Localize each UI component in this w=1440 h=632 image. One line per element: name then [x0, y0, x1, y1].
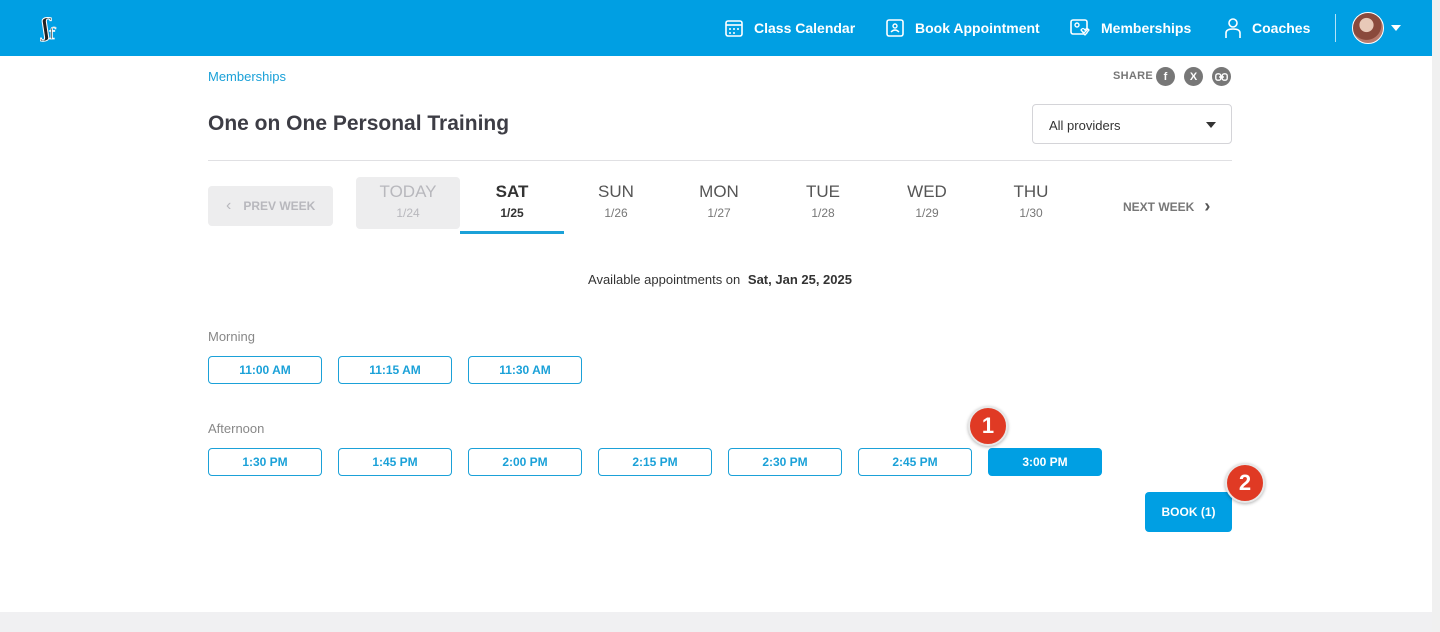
day-tab-sat[interactable]: SAT 1/25 — [460, 177, 564, 229]
share-label: SHARE — [1113, 70, 1154, 82]
chevron-right-icon: › — [1204, 196, 1211, 216]
divider — [208, 160, 1232, 161]
prev-week-label: PREV WEEK — [243, 199, 316, 213]
day-date: 1/24 — [396, 206, 420, 220]
day-name: THU — [1013, 182, 1049, 201]
day-name: WED — [907, 182, 947, 201]
caret-down-icon — [1206, 122, 1216, 128]
time-slot[interactable]: 11:00 AM — [208, 356, 322, 384]
step-marker-1: 1 — [968, 406, 1008, 446]
nav-coaches[interactable]: Coaches — [1224, 0, 1310, 56]
day-name: TODAY — [379, 182, 437, 201]
nav-memberships[interactable]: Memberships — [1069, 0, 1191, 56]
page-footer-strip — [0, 612, 1432, 632]
membership-icon — [1070, 19, 1090, 37]
nav-label: Book Appointment — [915, 20, 1040, 36]
chevron-down-icon[interactable] — [1391, 25, 1401, 31]
time-slot-selected[interactable]: 3:00 PM — [988, 448, 1102, 476]
time-slot[interactable]: 1:45 PM — [338, 448, 452, 476]
day-name: SAT — [495, 182, 529, 201]
avatar[interactable] — [1352, 12, 1384, 44]
page-title: One on One Personal Training — [208, 112, 510, 135]
next-week-label: NEXT WEEK — [1123, 199, 1195, 214]
selected-day-indicator — [460, 231, 564, 234]
time-slot[interactable]: 11:15 AM — [338, 356, 452, 384]
nav-label: Coaches — [1252, 20, 1311, 36]
available-prefix: Available appointments on — [588, 272, 741, 287]
book-button[interactable]: BOOK (1) — [1145, 492, 1232, 532]
link-icon[interactable] — [1212, 67, 1231, 86]
time-slot[interactable]: 1:30 PM — [208, 448, 322, 476]
breadcrumb[interactable]: Memberships — [208, 69, 286, 84]
afternoon-label: Afternoon — [208, 421, 265, 436]
time-slot[interactable]: 2:15 PM — [598, 448, 712, 476]
day-tab-tue[interactable]: TUE 1/28 — [771, 177, 875, 229]
time-slot[interactable]: 2:45 PM — [858, 448, 972, 476]
time-slot[interactable]: 2:00 PM — [468, 448, 582, 476]
day-name: SUN — [598, 182, 634, 201]
svg-text:f: f — [49, 24, 56, 43]
nav-book-appointment[interactable]: Book Appointment — [885, 0, 1040, 56]
chevron-left-icon: ‹ — [226, 197, 232, 214]
nav-label: Class Calendar — [754, 20, 856, 36]
day-date: 1/26 — [604, 206, 628, 220]
day-date: 1/30 — [1019, 206, 1043, 220]
day-tab-sun[interactable]: SUN 1/26 — [564, 177, 668, 229]
day-date: 1/27 — [707, 206, 731, 220]
day-date: 1/25 — [500, 206, 524, 220]
nav-divider — [1335, 14, 1336, 42]
provider-select-value: All providers — [1049, 118, 1121, 133]
day-tab-wed[interactable]: WED 1/29 — [875, 177, 979, 229]
day-name: TUE — [806, 182, 840, 201]
time-slot[interactable]: 11:30 AM — [468, 356, 582, 384]
available-appointments-text: Available appointments on Sat, Jan 25, 2… — [0, 272, 1440, 287]
top-navbar: ʃ f Class Calendar Book Appointment Memb… — [0, 0, 1432, 56]
calendar-icon — [725, 20, 743, 37]
day-tab-mon[interactable]: MON 1/27 — [667, 177, 771, 229]
book-appointment-icon — [886, 19, 904, 37]
day-name: MON — [699, 182, 739, 201]
day-date: 1/29 — [915, 206, 939, 220]
main-content: Memberships SHARE f X One on One Persona… — [0, 56, 1432, 612]
facebook-icon[interactable]: f — [1156, 67, 1175, 86]
prev-week-button[interactable]: ‹ PREV WEEK — [208, 186, 333, 226]
time-slot[interactable]: 2:30 PM — [728, 448, 842, 476]
available-date: Sat, Jan 25, 2025 — [747, 272, 852, 287]
scrollbar[interactable] — [1432, 0, 1440, 632]
next-week-button[interactable]: NEXT WEEK › — [1123, 196, 1210, 217]
day-date: 1/28 — [811, 206, 835, 220]
day-tab-today[interactable]: TODAY 1/24 — [356, 177, 460, 229]
day-tab-thu[interactable]: THU 1/30 — [979, 177, 1083, 229]
person-icon — [1225, 18, 1241, 38]
nav-label: Memberships — [1101, 20, 1192, 36]
x-icon[interactable]: X — [1184, 67, 1203, 86]
provider-select[interactable]: All providers — [1032, 104, 1232, 144]
step-marker-2: 2 — [1225, 463, 1265, 503]
logo[interactable]: ʃ f — [40, 14, 64, 44]
nav-class-calendar[interactable]: Class Calendar — [724, 0, 855, 56]
morning-label: Morning — [208, 329, 255, 344]
